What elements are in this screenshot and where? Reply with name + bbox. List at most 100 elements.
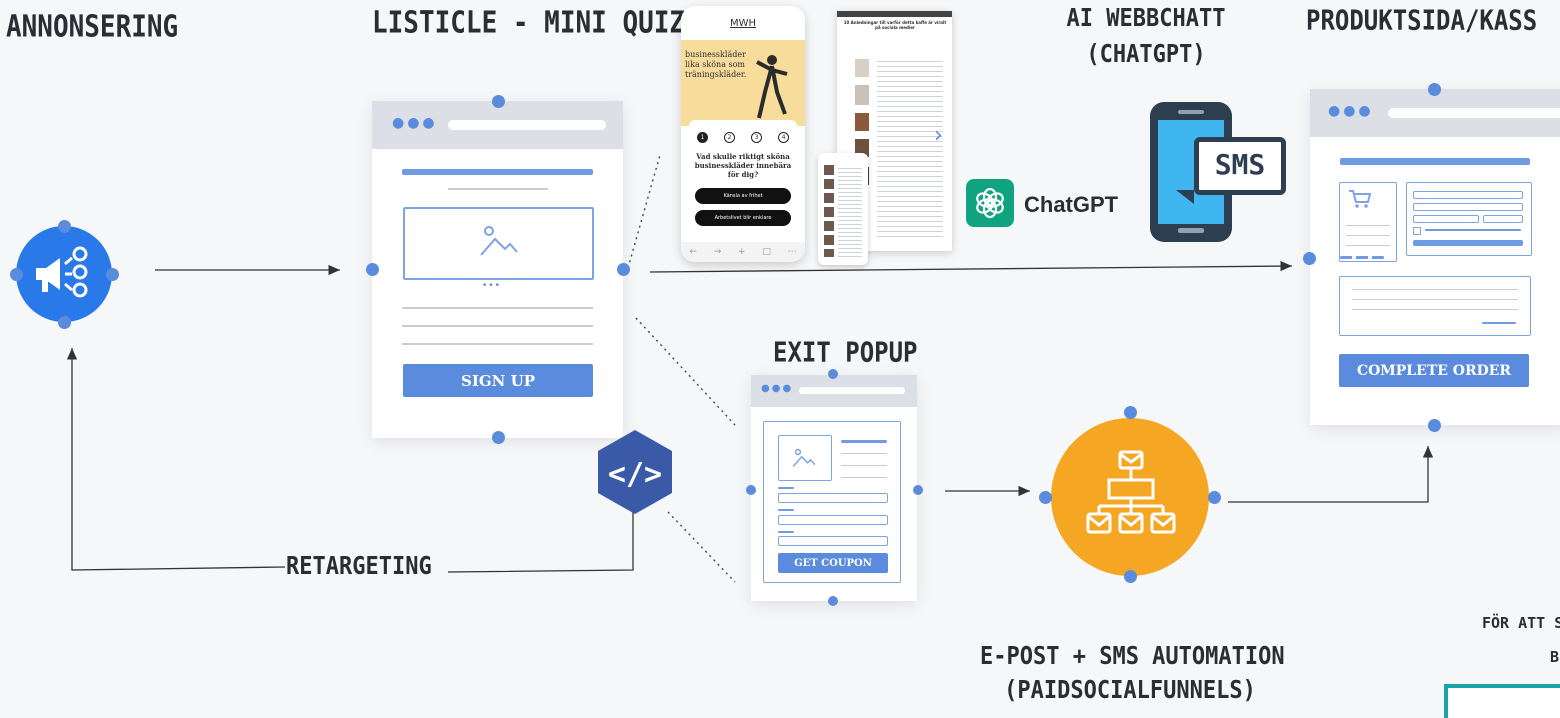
connector-dot [10, 268, 23, 281]
heading-ai-chat-line2: (CHATGPT) [1086, 40, 1206, 69]
automation-node [1039, 406, 1221, 583]
heading-ads: ANNONSERING [6, 10, 179, 45]
sms-bubble: SMS [1194, 137, 1286, 195]
get-coupon-button[interactable]: GET COUPON [778, 553, 888, 573]
footnote-line1: FÖR ATT S [1482, 614, 1560, 632]
checkbox-icon[interactable] [1413, 227, 1421, 235]
popup-input-2[interactable] [778, 515, 888, 525]
label-retargeting: RETARGETING [286, 552, 432, 581]
connector-dot [1124, 406, 1137, 419]
connector-dot [1208, 491, 1221, 504]
dancer-figure [755, 52, 789, 122]
article-topbar [837, 11, 952, 17]
quiz-step-1[interactable]: 1 [697, 132, 708, 143]
quiz-steps: 1 2 3 4 [697, 132, 789, 143]
summary-total [1482, 322, 1516, 324]
arrow-automation-to-product [1228, 446, 1434, 503]
sign-up-button[interactable]: SIGN UP [403, 364, 593, 397]
connector-dot [492, 95, 505, 108]
footnote-box [1444, 684, 1560, 718]
popup-input-3[interactable] [778, 536, 888, 546]
address-bar [448, 120, 606, 130]
tabs-icon[interactable]: □ [762, 247, 771, 257]
dotted-exit-link-top [635, 317, 736, 426]
quiz-step-3[interactable]: 3 [751, 132, 762, 143]
popup-text-line [841, 465, 887, 466]
popup-input-1[interactable] [778, 493, 888, 503]
popup-text-line [841, 453, 887, 454]
quiz-brand: MWH [729, 18, 757, 29]
quiz-panel: 1 2 3 4 Vad skulle riktigt sköna busines… [689, 120, 797, 240]
exit-popup-card: ●●● GET COUPON [746, 369, 923, 606]
connector-dot [1039, 491, 1052, 504]
cart-line [1346, 235, 1390, 236]
complete-order-button[interactable]: COMPLETE ORDER [1339, 354, 1529, 387]
connector-dot [58, 220, 71, 233]
image-icon [792, 448, 816, 467]
connector-dot [617, 263, 630, 276]
add-icon[interactable]: + [738, 247, 746, 257]
field-label [778, 531, 794, 533]
connector-dot [1124, 570, 1137, 583]
text-line [402, 325, 593, 327]
form-field[interactable] [1413, 191, 1523, 199]
chatgpt-label: ChatGPT [1024, 192, 1119, 217]
back-icon[interactable]: ← [689, 247, 697, 257]
quiz-step-2[interactable]: 2 [724, 132, 735, 143]
article-thumb [855, 59, 869, 77]
form-field[interactable] [1413, 215, 1479, 223]
title-line [1340, 158, 1530, 165]
connector-dot [492, 431, 505, 444]
cart-line [1346, 225, 1390, 226]
quiz-step-4[interactable]: 4 [778, 132, 789, 143]
form-field[interactable] [1413, 203, 1523, 211]
heading-automation-line1: E-POST + SMS AUTOMATION [980, 642, 1285, 671]
cart-price-dash [1340, 256, 1384, 259]
quiz-question: Vad skulle riktigt sköna businesskläder … [694, 152, 792, 179]
text-line [402, 343, 593, 345]
phone-nav-bar: ← → + □ ⋯ [681, 242, 805, 262]
arrow-listicle-to-product [649, 260, 1293, 273]
heading-product: PRODUKTSIDA/KASS [1306, 4, 1538, 37]
form-submit-bar [1413, 240, 1523, 246]
heading-ai-chat-line1: AI WEBBCHATT [1066, 4, 1226, 33]
connector-dot [828, 369, 838, 379]
subtitle-line [448, 188, 548, 190]
menu-icon[interactable]: ⋯ [788, 247, 797, 257]
phone-speaker [1178, 110, 1204, 114]
code-icon: </> [608, 457, 662, 492]
quiz-phone: MWH businesskläder lika sköna som tränin… [681, 6, 805, 262]
text-line [402, 307, 593, 309]
connector-dot [1428, 419, 1441, 432]
address-bar [799, 387, 905, 394]
form-field[interactable] [1483, 215, 1523, 223]
dotted-exit-link-bottom [667, 511, 736, 583]
window-dots: ●●● [761, 383, 794, 394]
chevron-right-icon[interactable]: › [934, 123, 943, 148]
sms-label: SMS [1214, 148, 1266, 181]
listicle-card: ●●● ••• SIGN UP [366, 95, 630, 444]
mobile-thumbs [824, 165, 834, 257]
connector-dot [106, 268, 119, 281]
code-hexagon: </> [598, 430, 672, 514]
quiz-option-2[interactable]: Arbetslivet blir enklare [695, 210, 791, 226]
footnote-line2: B [1550, 648, 1560, 666]
article-thumb [855, 113, 869, 131]
mobile-text [838, 165, 862, 257]
more-dots: ••• [482, 281, 501, 291]
chatgpt-knot-icon [976, 187, 1004, 219]
cart-box [1339, 182, 1397, 262]
cart-icon [1349, 190, 1372, 208]
connector-dot [746, 485, 756, 495]
window-dots: ●●● [1328, 103, 1374, 119]
connector-dot [913, 485, 923, 495]
heading-automation-line2: (PAIDSOCIALFUNNELS) [1004, 676, 1256, 705]
quiz-option-1[interactable]: Känsla av frihet [695, 188, 791, 204]
popup-image-placeholder [778, 435, 832, 481]
chatgpt-logo [966, 179, 1014, 227]
megaphone-icon [36, 246, 88, 298]
person-icon [756, 55, 788, 119]
checkout-card: ●●● COMPLETE ORDER [1303, 83, 1560, 432]
quiz-hero-text: businesskläder lika sköna som träningskl… [685, 50, 747, 79]
forward-icon[interactable]: → [714, 247, 722, 257]
